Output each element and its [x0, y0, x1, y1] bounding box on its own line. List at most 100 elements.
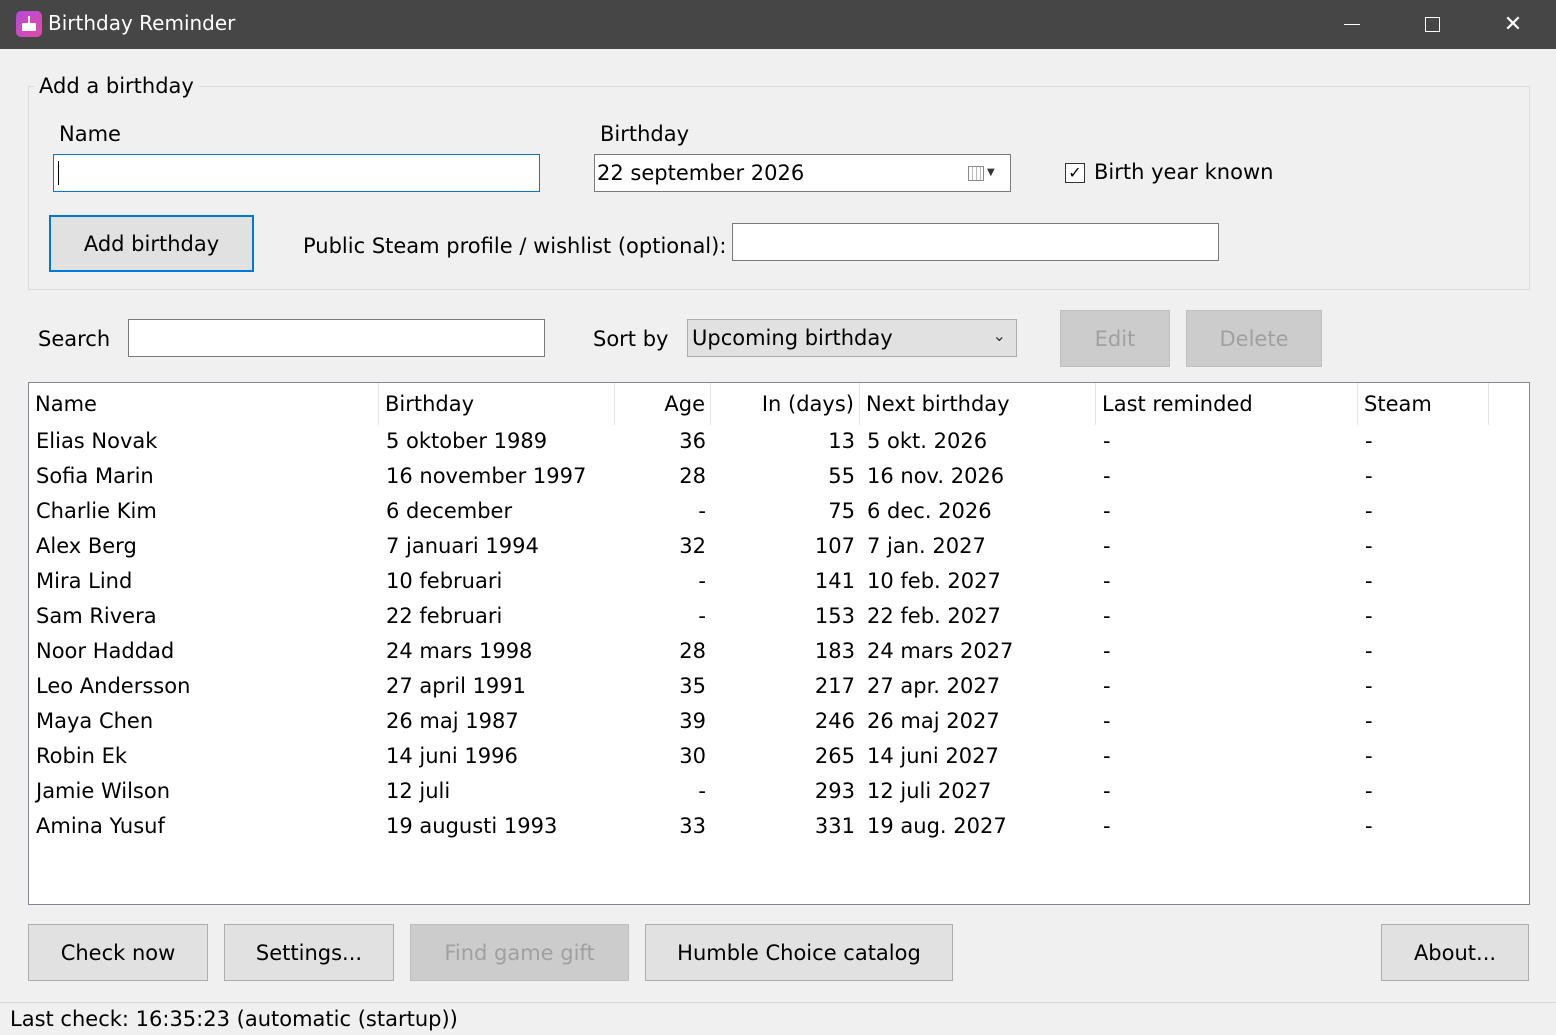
cell-age: 32: [679, 534, 706, 558]
close-button[interactable]: ✕: [1473, 0, 1553, 49]
birthday-date-picker[interactable]: 22 september 2026 ▼: [594, 154, 1011, 192]
humble-choice-catalog-button[interactable]: Humble Choice catalog: [645, 924, 953, 981]
birthday-date-value: 22 september 2026: [597, 161, 805, 185]
cell-last-reminded: -: [1103, 569, 1111, 593]
cell-last-reminded: -: [1103, 464, 1111, 488]
cell-age: -: [698, 604, 706, 628]
add-birthday-button-label: Add birthday: [83, 231, 220, 256]
table-row[interactable]: Sofia Marin 16 november 1997 28 55 16 nov. 2…: [29, 460, 1529, 495]
cell-birthday: 5 oktober 1989: [386, 429, 548, 453]
column-header-birthday[interactable]: Birthday: [379, 383, 615, 425]
column-header-name[interactable]: Name: [29, 383, 379, 425]
cell-name: Jamie Wilson: [36, 779, 171, 803]
sort-by-select[interactable]: Upcoming birthday ⌄: [687, 319, 1017, 357]
cell-in-days: 153: [814, 604, 855, 628]
cell-name: Elias Novak: [36, 429, 158, 453]
sort-by-label: Sort by: [593, 327, 669, 351]
birthday-list[interactable]: Name Birthday Age In (days) Next birthda…: [28, 382, 1530, 905]
cell-age: 33: [679, 814, 706, 838]
table-row[interactable]: Robin Ek 14 juni 1996 30 265 14 juni 2027 - -: [29, 740, 1529, 775]
cell-in-days: 75: [828, 499, 855, 523]
cell-birthday: 24 mars 1998: [386, 639, 533, 663]
cell-birthday: 26 maj 1987: [386, 709, 519, 733]
cell-steam: -: [1365, 709, 1373, 733]
cell-birthday: 6 december: [386, 499, 513, 523]
name-input[interactable]: [53, 154, 540, 192]
chevron-down-icon: ⌄: [992, 326, 1006, 345]
maximize-button[interactable]: [1392, 0, 1472, 49]
cell-steam: -: [1365, 429, 1373, 453]
cell-birthday: 10 februari: [386, 569, 503, 593]
column-header-next-birthday[interactable]: Next birthday: [860, 383, 1096, 425]
table-row[interactable]: Noor Haddad 24 mars 1998 28 183 24 mars 2027…: [29, 635, 1529, 670]
cell-last-reminded: -: [1103, 534, 1111, 558]
cell-in-days: 55: [828, 464, 855, 488]
cell-next-birthday: 22 feb. 2027: [867, 604, 1001, 628]
cell-next-birthday: 6 dec. 2026: [867, 499, 992, 523]
column-header-steam[interactable]: Steam: [1358, 383, 1489, 425]
cell-steam: -: [1365, 779, 1373, 803]
edit-button[interactable]: Edit: [1060, 310, 1170, 367]
cell-name: Charlie Kim: [36, 499, 157, 523]
search-label: Search: [38, 327, 111, 351]
calendar-icon[interactable]: [968, 166, 984, 181]
birth-year-known-checkbox[interactable]: ✓: [1065, 163, 1085, 183]
cell-next-birthday: 12 juli 2027: [867, 779, 992, 803]
cell-name: Robin Ek: [36, 744, 128, 768]
table-row[interactable]: Amina Yusuf 19 augusti 1993 33 331 19 aug. 2…: [29, 810, 1529, 845]
cell-last-reminded: -: [1103, 814, 1111, 838]
column-header-in-days[interactable]: In (days): [711, 383, 860, 425]
cell-birthday: 12 juli: [386, 779, 451, 803]
cell-name: Noor Haddad: [36, 639, 175, 663]
cell-next-birthday: 10 feb. 2027: [867, 569, 1001, 593]
cell-last-reminded: -: [1103, 639, 1111, 663]
cell-steam: -: [1365, 569, 1373, 593]
table-row[interactable]: Leo Andersson 27 april 1991 35 217 27 apr. 2…: [29, 670, 1529, 705]
table-row[interactable]: Charlie Kim 6 december - 75 6 dec. 2026 - -: [29, 495, 1529, 530]
text-caret: [58, 161, 59, 185]
cell-in-days: 246: [814, 709, 855, 733]
cell-next-birthday: 7 jan. 2027: [867, 534, 986, 558]
settings-button[interactable]: Settings...: [224, 924, 394, 981]
cell-next-birthday: 26 maj 2027: [867, 709, 1000, 733]
table-row[interactable]: Jamie Wilson 12 juli - 293 12 juli 2027 - -: [29, 775, 1529, 810]
delete-button-label: Delete: [1219, 326, 1289, 351]
check-now-button[interactable]: Check now: [28, 924, 208, 981]
column-header-last-reminded[interactable]: Last reminded: [1096, 383, 1358, 425]
cell-age: 39: [679, 709, 706, 733]
cell-birthday: 16 november 1997: [386, 464, 587, 488]
column-header-age[interactable]: Age: [615, 383, 711, 425]
add-birthday-legend: Add a birthday: [34, 74, 199, 98]
cell-in-days: 183: [814, 639, 855, 663]
check-now-label: Check now: [60, 940, 176, 965]
settings-label: Settings...: [255, 940, 363, 965]
table-row[interactable]: Maya Chen 26 maj 1987 39 246 26 maj 2027 - -: [29, 705, 1529, 740]
minimize-button[interactable]: [1312, 0, 1392, 49]
cell-next-birthday: 14 juni 2027: [867, 744, 999, 768]
cell-last-reminded: -: [1103, 674, 1111, 698]
table-row[interactable]: Mira Lind 10 februari - 141 10 feb. 2027 - -: [29, 565, 1529, 600]
cell-steam: -: [1365, 464, 1373, 488]
list-header: Name Birthday Age In (days) Next birthda…: [29, 383, 1529, 427]
search-input[interactable]: [128, 319, 545, 357]
cell-age: -: [698, 569, 706, 593]
steam-profile-input[interactable]: [732, 223, 1219, 261]
delete-button[interactable]: Delete: [1186, 310, 1322, 367]
table-row[interactable]: Sam Rivera 22 februari - 153 22 feb. 2027 - -: [29, 600, 1529, 635]
table-row[interactable]: Elias Novak 5 oktober 1989 36 13 5 okt. 2026…: [29, 425, 1529, 460]
cell-next-birthday: 19 aug. 2027: [867, 814, 1007, 838]
cell-name: Amina Yusuf: [36, 814, 165, 838]
cell-birthday: 7 januari 1994: [386, 534, 539, 558]
table-row[interactable]: Alex Berg 7 januari 1994 32 107 7 jan. 2027 -…: [29, 530, 1529, 565]
find-game-gift-button[interactable]: Find game gift: [410, 924, 629, 981]
minimize-icon: [1344, 24, 1360, 25]
window-title: Birthday Reminder: [48, 11, 236, 35]
dropdown-arrow-icon: ▼: [987, 167, 995, 178]
birth-year-known-label[interactable]: Birth year known: [1094, 160, 1273, 184]
add-birthday-button[interactable]: Add birthday: [49, 215, 254, 272]
cell-last-reminded: -: [1103, 744, 1111, 768]
about-button[interactable]: About...: [1381, 924, 1529, 981]
cell-steam: -: [1365, 639, 1373, 663]
cell-name: Sofia Marin: [36, 464, 154, 488]
cell-age: 28: [679, 639, 706, 663]
